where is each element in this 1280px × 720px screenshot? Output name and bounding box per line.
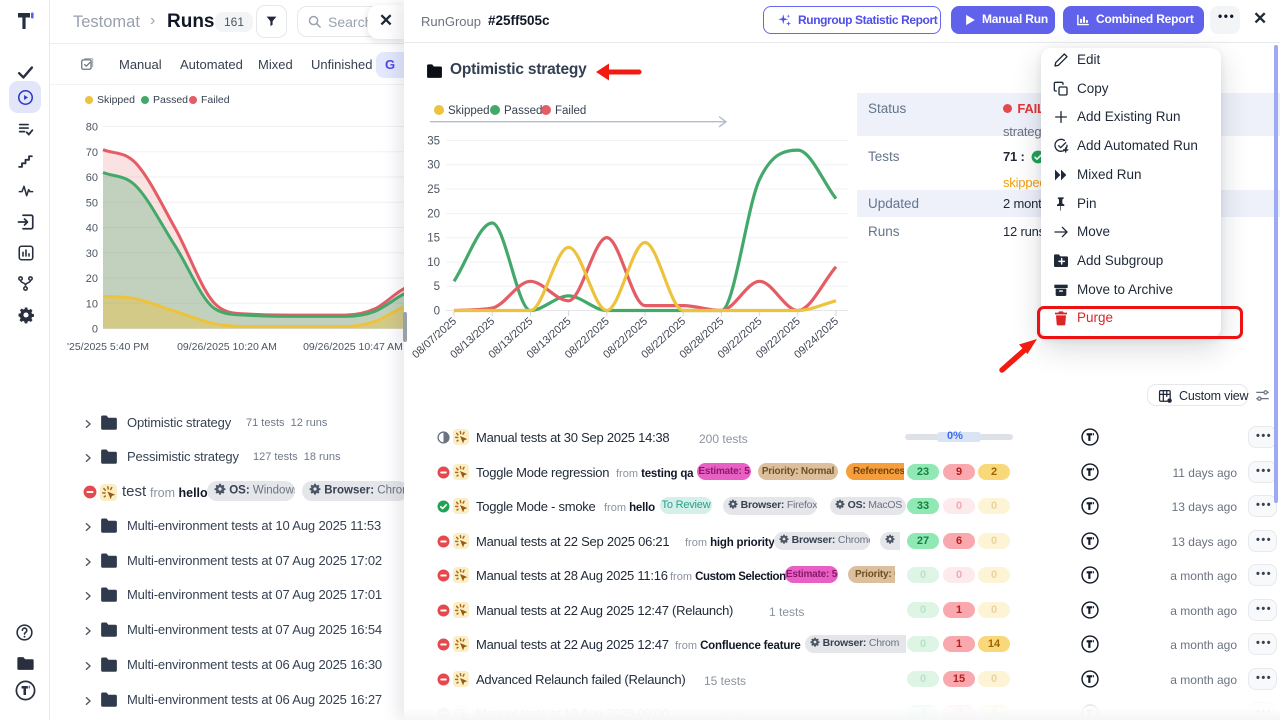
svg-text:0: 0 (434, 306, 440, 318)
svg-text:30: 30 (427, 160, 440, 172)
svg-text:70: 70 (86, 147, 98, 159)
svg-text:20: 20 (427, 208, 440, 220)
svg-text:'25/2025 5:40 PM: '25/2025 5:40 PM (67, 341, 149, 353)
svg-text:35: 35 (427, 135, 440, 147)
svg-text:5: 5 (434, 281, 440, 293)
svg-text:30: 30 (86, 248, 98, 260)
svg-text:40: 40 (86, 223, 98, 235)
svg-text:0: 0 (92, 324, 98, 336)
svg-text:80: 80 (86, 122, 98, 134)
svg-text:09/26/2025 10:47 AM: 09/26/2025 10:47 AM (303, 341, 403, 353)
svg-text:60: 60 (86, 172, 98, 184)
svg-text:20: 20 (86, 273, 98, 285)
svg-text:10: 10 (427, 257, 440, 269)
svg-text:25: 25 (427, 184, 440, 196)
svg-text:15: 15 (427, 233, 440, 245)
svg-text:50: 50 (86, 197, 98, 209)
svg-text:09/26/2025 10:20 AM: 09/26/2025 10:20 AM (177, 341, 277, 353)
svg-text:10: 10 (86, 298, 98, 310)
